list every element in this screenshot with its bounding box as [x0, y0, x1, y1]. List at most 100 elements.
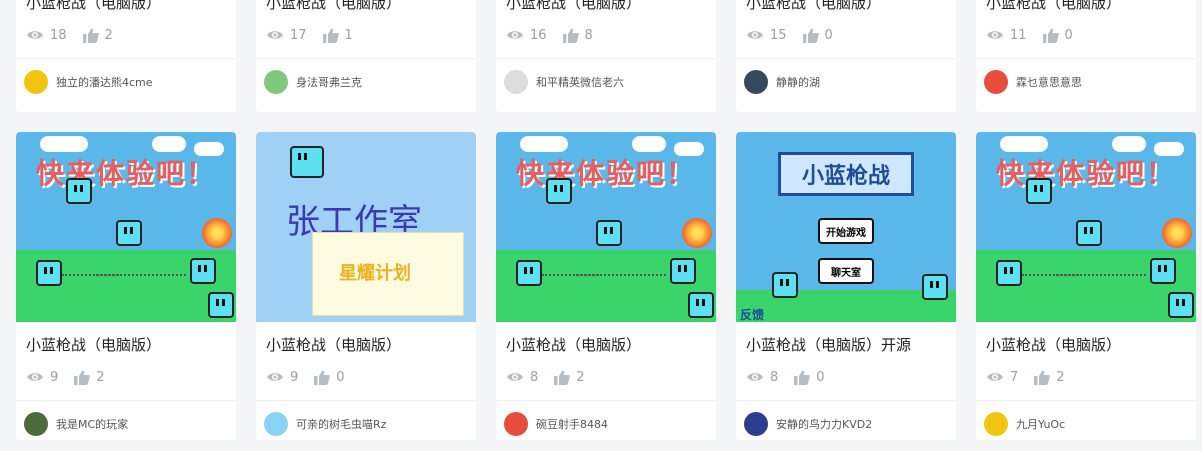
explosion-shape [682, 218, 712, 248]
author-name[interactable]: 独立的潘达熊4cme [56, 74, 153, 90]
like-count[interactable]: 0 [802, 28, 833, 43]
author-info[interactable]: 安静的鸟力力KVD2 [744, 411, 872, 437]
project-stats: 11 0 [986, 26, 1089, 44]
project-title[interactable]: 小蓝枪战（电脑版） [266, 0, 401, 13]
avatar[interactable] [264, 412, 288, 436]
player-cube [516, 260, 542, 286]
card-divider [16, 58, 236, 59]
author-name[interactable]: 安静的鸟力力KVD2 [776, 416, 872, 432]
thumbs-up-icon[interactable] [322, 28, 345, 43]
project-thumbnail[interactable]: 小蓝枪战 开始游戏 聊天室 反馈 [736, 132, 956, 322]
player-cube [116, 220, 142, 246]
feedback-label: 反馈 [740, 308, 765, 322]
project-title[interactable]: 小蓝枪战（电脑版） [266, 334, 401, 355]
view-count-value: 8 [770, 369, 779, 385]
view-count: 9 [26, 370, 58, 385]
like-count[interactable]: 0 [314, 370, 345, 385]
avatar[interactable] [984, 70, 1008, 94]
like-count-value: 0 [816, 369, 825, 385]
project-title[interactable]: 小蓝枪战（电脑版） [986, 0, 1121, 13]
like-count-value: 2 [96, 369, 105, 385]
project-title[interactable]: 小蓝枪战（电脑版） [26, 0, 161, 13]
project-card[interactable]: 快来体验吧！ 小蓝枪战（电脑版） 7 2 九月YuOc [976, 132, 1196, 440]
author-name[interactable]: 我是MC的玩家 [56, 416, 128, 432]
avatar[interactable] [504, 70, 528, 94]
explosion-shape [202, 218, 232, 248]
start-game-button: 开始游戏 [818, 218, 874, 244]
like-count[interactable]: 2 [82, 27, 113, 43]
view-count-value: 16 [530, 27, 547, 43]
project-card[interactable]: 小蓝枪战（电脑版） 17 1 身法哥弗兰克 [256, 0, 476, 112]
author-info[interactable]: 碗豆射手8484 [504, 411, 608, 437]
project-title[interactable]: 小蓝枪战（电脑版） [506, 334, 641, 355]
like-count[interactable]: 2 [74, 369, 105, 385]
eye-icon [266, 371, 290, 383]
author-name[interactable]: 和平精英微信老六 [536, 74, 624, 90]
author-name[interactable]: 九月YuOc [1016, 416, 1065, 432]
view-count: 18 [26, 28, 67, 43]
player-cube [36, 260, 62, 286]
avatar[interactable] [24, 412, 48, 436]
like-count[interactable]: 2 [1034, 369, 1065, 385]
thumbs-up-icon[interactable] [1034, 370, 1056, 385]
cloud-shape [520, 136, 568, 152]
project-title[interactable]: 小蓝枪战（电脑版） [986, 334, 1121, 355]
author-info[interactable]: 我是MC的玩家 [24, 411, 128, 437]
avatar[interactable] [984, 412, 1008, 436]
project-card[interactable]: 张工作室 星耀计划 小蓝枪战（电脑版） 9 0 可亲的树毛虫喵Rz [256, 132, 476, 440]
author-info[interactable]: 霖乜意思意思 [984, 69, 1082, 95]
project-thumbnail[interactable]: 快来体验吧！ [496, 132, 716, 322]
author-info[interactable]: 独立的潘达熊4cme [24, 69, 153, 95]
project-title[interactable]: 小蓝枪战（电脑版）开源 [746, 334, 911, 355]
thumbs-up-icon[interactable] [82, 28, 105, 43]
view-count: 7 [986, 370, 1018, 385]
project-thumbnail[interactable]: 张工作室 星耀计划 [256, 132, 476, 322]
project-title[interactable]: 小蓝枪战（电脑版） [746, 0, 881, 13]
thumbs-up-icon[interactable] [554, 370, 576, 385]
project-title[interactable]: 小蓝枪战（电脑版） [26, 334, 161, 355]
project-card[interactable]: 小蓝枪战 开始游戏 聊天室 反馈小蓝枪战（电脑版）开源 8 0 安静的鸟力力KVD2 [736, 132, 956, 440]
project-card[interactable]: 快来体验吧！ 小蓝枪战（电脑版） 9 2 我是MC的玩家 [16, 132, 236, 440]
author-info[interactable]: 静静的湖 [744, 69, 820, 95]
author-name[interactable]: 静静的湖 [776, 74, 820, 90]
thumbs-up-icon[interactable] [794, 370, 816, 385]
like-count[interactable]: 0 [1042, 28, 1073, 43]
thumbs-up-icon[interactable] [1042, 28, 1065, 43]
eye-icon [986, 29, 1010, 41]
thumbs-up-icon[interactable] [802, 28, 825, 43]
like-count[interactable]: 1 [322, 28, 353, 43]
author-info[interactable]: 九月YuOc [984, 411, 1065, 437]
avatar[interactable] [264, 70, 288, 94]
author-name[interactable]: 碗豆射手8484 [536, 416, 608, 432]
author-info[interactable]: 可亲的树毛虫喵Rz [264, 411, 386, 437]
like-count[interactable]: 8 [562, 28, 593, 43]
player-cube [190, 258, 216, 284]
project-thumbnail[interactable]: 快来体验吧！ [976, 132, 1196, 322]
author-info[interactable]: 身法哥弗兰克 [264, 69, 362, 95]
project-stats: 82 [506, 368, 601, 386]
thumbs-up-icon[interactable] [562, 28, 585, 43]
avatar[interactable] [24, 70, 48, 94]
avatar[interactable] [504, 412, 528, 436]
like-count-value: 2 [104, 27, 113, 43]
author-name[interactable]: 霖乜意思意思 [1016, 74, 1082, 90]
project-card[interactable]: 小蓝枪战（电脑版） 15 0 静静的湖 [736, 0, 956, 112]
project-thumbnail[interactable]: 快来体验吧！ [16, 132, 236, 322]
thumbs-up-icon[interactable] [74, 370, 96, 385]
project-card[interactable]: 快来体验吧！ 小蓝枪战（电脑版） 8 2 碗豆射手8484 [496, 132, 716, 440]
thumbs-up-icon[interactable] [314, 370, 336, 385]
author-info[interactable]: 和平精英微信老六 [504, 69, 624, 95]
player-cube [1150, 258, 1176, 284]
author-name[interactable]: 身法哥弗兰克 [296, 74, 362, 90]
avatar[interactable] [744, 412, 768, 436]
project-title[interactable]: 小蓝枪战（电脑版） [506, 0, 641, 13]
project-card[interactable]: 小蓝枪战（电脑版） 16 8 和平精英微信老六 [496, 0, 716, 112]
project-card[interactable]: 小蓝枪战（电脑版） 18 2 独立的潘达熊4cme [16, 0, 236, 112]
view-count-value: 9 [50, 369, 59, 385]
like-count[interactable]: 2 [554, 370, 585, 385]
like-count[interactable]: 0 [794, 369, 825, 385]
author-name[interactable]: 可亲的树毛虫喵Rz [296, 416, 386, 432]
like-count-value: 2 [1056, 369, 1065, 385]
avatar[interactable] [744, 70, 768, 94]
project-card[interactable]: 小蓝枪战（电脑版） 11 0 霖乜意思意思 [976, 0, 1196, 112]
